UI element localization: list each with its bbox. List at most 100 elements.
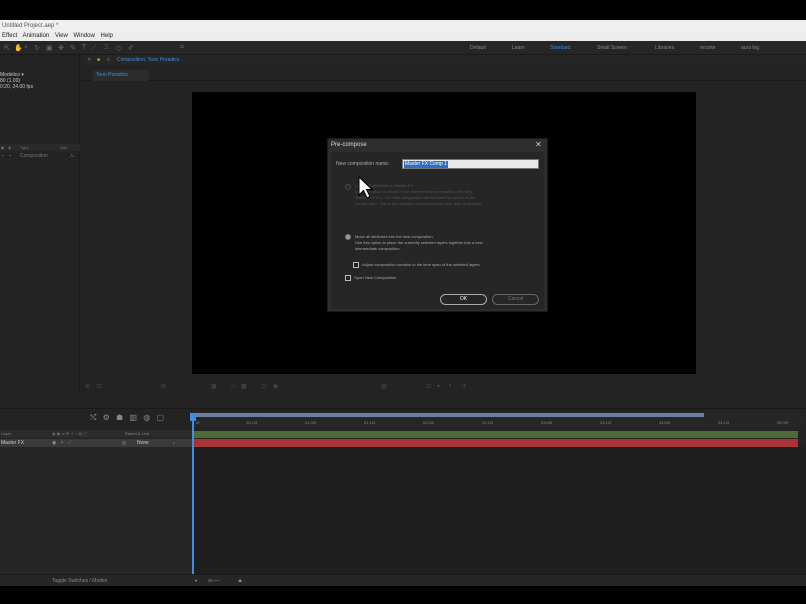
composition-icon: ▪ — [2, 153, 4, 159]
reset-exposure-icon[interactable]: ↺ — [461, 383, 466, 390]
brush-tool-icon[interactable]: ⟋ — [92, 44, 97, 52]
workspace-libraries[interactable]: Libraries — [655, 45, 674, 51]
flowchart-icon[interactable]: ⛬ — [70, 153, 74, 160]
parent-dropdown-chevron-icon[interactable]: ⌄ — [172, 439, 176, 447]
column-size[interactable]: Size — [60, 144, 68, 151]
hand-tool-icon[interactable]: ✋ — [14, 44, 23, 52]
zoom-out-icon[interactable]: ▸ — [195, 575, 198, 587]
timeline-footer: Toggle Switches / Modes ▸ ⊖── ⛰ — [0, 574, 806, 586]
workspace-aura-log[interactable]: aura log — [741, 45, 759, 51]
stamp-tool-icon[interactable]: ⎍ — [104, 44, 109, 52]
timeline-controls: ⤭ ⚙ ☗ ▥ ◍ ▢ — [90, 413, 168, 423]
text-tool-icon[interactable]: T — [82, 44, 86, 51]
current-time-indicator[interactable] — [192, 417, 194, 585]
frame-blending-icon[interactable]: ▥ — [129, 413, 137, 422]
draft-3d-icon[interactable]: ⚙ — [103, 413, 110, 422]
open-new-composition-checkbox[interactable] — [345, 275, 351, 281]
menu-bar: Effect Animation View Window Help — [0, 32, 806, 41]
region-icon[interactable]: ▭ — [231, 383, 237, 390]
menu-help[interactable]: Help — [101, 33, 113, 39]
pan-behind-tool-icon[interactable]: ✥ — [58, 44, 64, 52]
column-type[interactable]: Type — [20, 144, 29, 151]
graph-editor-icon[interactable]: ▢ — [156, 413, 164, 422]
always-preview-icon[interactable]: ⊕ — [85, 383, 90, 390]
roto-tool-icon[interactable]: ✐ — [128, 44, 134, 52]
tick-10: 05:00f — [777, 420, 789, 425]
move-attributes-option: Move all attributes into the new composi… — [355, 234, 483, 252]
toggle-icon[interactable]: ⊟ — [426, 383, 431, 390]
workspace-default[interactable]: Default — [470, 45, 486, 51]
menu-window[interactable]: Window — [74, 33, 95, 39]
camera-snapshot-icon[interactable]: ◉ — [273, 383, 278, 390]
comp-duration: 0:20, 24.00 fps — [0, 84, 34, 90]
close-icon[interactable]: ✕ — [535, 140, 542, 149]
exposure-icon[interactable]: ◐ — [449, 383, 453, 389]
composition-name-value[interactable]: Master FX Comp 1 — [404, 161, 448, 168]
tick-1: 00:12f — [246, 420, 258, 425]
adjust-duration-checkbox[interactable] — [353, 262, 359, 268]
snapping-icon[interactable]: ⌗ — [180, 44, 184, 52]
mask-icon[interactable]: ◫ — [261, 383, 267, 390]
toggle-switches-modes[interactable]: Toggle Switches / Modes — [52, 575, 107, 587]
lock-layer-icon[interactable]: ⟋ — [68, 439, 72, 447]
camera-tool-icon[interactable]: ▣ — [46, 44, 53, 52]
magnification-icon[interactable]: ⊡ — [97, 383, 102, 390]
tools-toolbar: ⇱ ✋ ⌕ ↻ ▣ ✥ ✎ T ⟋ ⎍ ◇ ✐ ⌗ Default Learn … — [0, 41, 806, 55]
adjust-duration-label[interactable]: Adjust composition duration to the time … — [362, 262, 480, 268]
composition-tab-title[interactable]: Composition: Toon Poradico — [117, 55, 179, 65]
project-item-type: Composition — [20, 153, 48, 159]
composition-info: Modelico ▾ 80 (1.00) 0:20, 24.00 fps — [0, 72, 33, 90]
layer-list-area[interactable] — [0, 447, 192, 579]
fast-preview-icon[interactable]: ✦ — [436, 383, 441, 390]
layer-track-bar-selected[interactable] — [192, 439, 798, 447]
workspace-small-screen[interactable]: Small Screen — [597, 45, 627, 51]
tick-3: 01:12f — [364, 420, 376, 425]
resolution-icon[interactable]: ▦ — [211, 383, 217, 390]
work-area-bar[interactable] — [192, 413, 704, 417]
selection-tool-icon[interactable]: ⇱ — [4, 44, 10, 52]
view-layout-icon[interactable]: ▤ — [381, 383, 387, 390]
grid-icon[interactable]: ⊞ — [161, 383, 166, 390]
open-new-composition-label[interactable]: Open New Composition — [354, 275, 396, 281]
workspace-learn[interactable]: Learn — [512, 45, 525, 51]
tick-8: 04:00f — [659, 420, 671, 425]
leave-attributes-radio[interactable] — [345, 184, 351, 190]
menu-effect[interactable]: Effect — [2, 33, 17, 39]
layer-column-header: Layer ◉ ◉ ⚌ ⚙ ✧ ◌ ◍ ▢ Parent & Link — [0, 430, 192, 438]
parent-select[interactable]: None — [137, 439, 149, 447]
workspace-standard[interactable]: Standard — [550, 45, 570, 51]
shy-layers-icon[interactable]: ☗ — [116, 413, 123, 422]
menu-icon[interactable]: ≡ — [107, 55, 110, 65]
transparency-icon[interactable]: ▩ — [241, 383, 247, 390]
zoom-in-icon[interactable]: ⛰ — [238, 575, 242, 587]
layer-track-bar-top[interactable] — [192, 431, 798, 438]
menu-animation[interactable]: Animation — [23, 33, 50, 39]
zoom-slider-icon[interactable]: ⊖── — [208, 575, 219, 587]
label-column-icon[interactable]: ◆ — [1, 144, 4, 151]
eraser-tool-icon[interactable]: ◇ — [116, 44, 121, 52]
motion-blur-icon[interactable]: ◍ — [143, 413, 150, 422]
switches-icons[interactable]: ◉ ◉ ⚌ ⚙ ✧ ◌ ◍ ▢ — [52, 430, 87, 438]
zoom-tool-icon[interactable]: ⌕ — [24, 44, 28, 52]
comp-mini-flowchart-icon[interactable]: ⤭ — [90, 413, 96, 422]
close-panel-icon[interactable]: ✕ — [87, 55, 91, 65]
tick-9: 04:12f — [718, 420, 730, 425]
layer-row-master-fx[interactable]: Master FX ◉ ✧ ⟋ ◎ None ⌄ — [0, 439, 192, 447]
lock-icon[interactable]: ■ — [97, 55, 100, 65]
composition-viewer-tab[interactable]: Toon Poradico — [93, 70, 149, 81]
tag-icon: ◈ — [8, 145, 12, 150]
ok-button[interactable]: OK — [440, 294, 487, 305]
tick-0: 0f — [196, 420, 200, 425]
workspace-recorte[interactable]: recorte — [700, 45, 716, 51]
visibility-icon[interactable]: ◉ — [52, 439, 56, 447]
rotate-tool-icon[interactable]: ↻ — [34, 44, 40, 52]
pick-whip-icon[interactable]: ◎ — [122, 439, 126, 447]
layer-name[interactable]: Master FX — [1, 439, 24, 447]
project-item-row[interactable]: ▪ ▪ Composition ⛬ — [0, 153, 80, 160]
menu-view[interactable]: View — [55, 33, 68, 39]
move-attributes-radio[interactable] — [345, 234, 351, 240]
parent-link-header: Parent & Link — [125, 431, 150, 436]
cancel-button[interactable]: Cancel — [492, 294, 539, 305]
solo-icon[interactable]: ✧ — [60, 439, 64, 447]
pen-tool-icon[interactable]: ✎ — [70, 44, 76, 52]
